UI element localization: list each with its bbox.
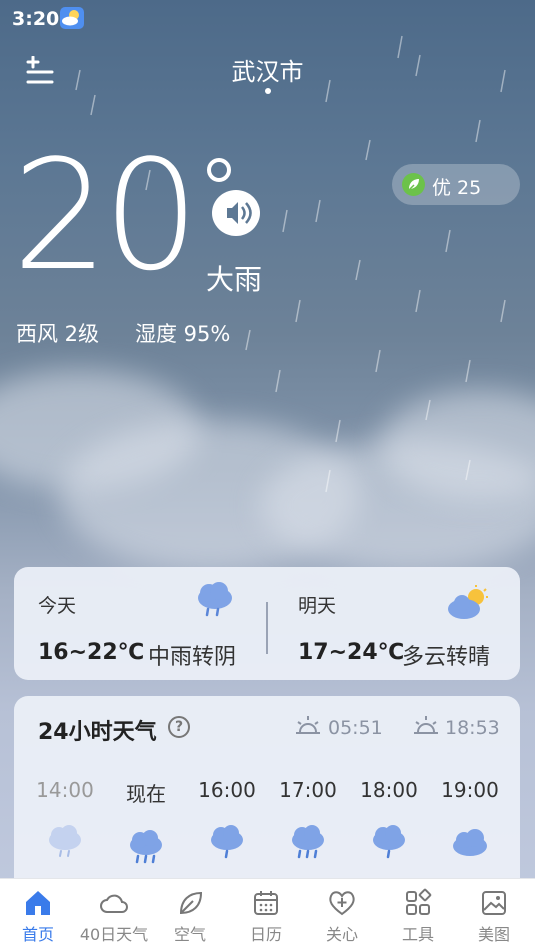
weather-condition: 大雨 [206,263,263,296]
rain-icon [369,824,409,862]
wind-info: 西风 2级 [16,322,100,346]
leaf-icon [179,891,203,915]
nav-label: 40日天气 [79,925,149,944]
hourly-title: 24小时天气 [38,720,157,745]
page-indicator-dot [265,88,271,94]
degree-symbol [207,158,231,182]
partly-cloudy-icon [446,585,490,625]
nav-label: 空气 [173,925,206,944]
forecast-day-label: 今天 [38,595,77,617]
hour-label: 17:00 [279,778,337,802]
tools-grid-icon [406,888,432,915]
aqi-badge[interactable]: 优 25 [392,164,520,205]
aqi-value: 优 25 [432,177,482,199]
speaker-icon [214,202,252,224]
nav-calendar[interactable]: 日历 [228,879,304,951]
status-bar: 3:20 [0,0,535,36]
hour-item[interactable]: 18:00 [349,778,429,862]
forecast-divider [266,602,268,654]
hour-label: 16:00 [198,778,256,802]
sunrise-icon [294,714,322,738]
sunset-time: 18:53 [445,717,500,739]
calendar-icon [254,891,278,915]
forecast-description: 多云转晴 [402,645,491,670]
current-temperature: 20 [12,127,199,304]
forecast-temp-range: 16~22℃ [38,640,145,665]
cloud-icon [100,894,128,913]
hour-label: 现在 [126,782,166,806]
rain-icon [126,829,166,867]
nav-label: 首页 [21,925,54,944]
cloud-icon [450,824,490,862]
nav-label: 工具 [401,925,434,944]
status-time: 3:20 [12,8,60,30]
rain-icon [288,824,328,862]
home-icon [26,891,50,915]
rain-cloud-icon [194,581,236,625]
forecast-temp-range: 17~24℃ [298,640,405,665]
nav-air[interactable]: 空气 [152,879,228,951]
image-icon [482,891,506,915]
hour-label: 19:00 [441,778,499,802]
hour-label: 18:00 [360,778,418,802]
forecast-day-label: 明天 [298,595,337,617]
sunset-icon [412,714,440,738]
hour-label: 14:00 [36,778,94,802]
hour-item[interactable]: 19:00 [430,778,510,862]
hour-item[interactable]: 14:00 [25,778,105,862]
weather-app-icon [60,7,84,29]
rain-icon [207,824,247,862]
hour-item[interactable]: 现在 [106,778,186,867]
help-icon[interactable]: ? [168,716,190,738]
nav-label: 日历 [249,925,282,944]
nav-label: 美图 [477,925,510,944]
background-clouds [0,330,535,600]
hour-item[interactable]: 16:00 [187,778,267,862]
nav-home[interactable]: 首页 [0,879,76,951]
humidity-info: 湿度 95% [135,322,231,346]
forecast-description: 中雨转阴 [148,645,237,670]
nav-care[interactable]: 关心 [304,879,380,951]
hour-item[interactable]: 17:00 [268,778,348,862]
sunrise-time: 05:51 [328,717,383,739]
voice-broadcast-button[interactable] [212,190,260,236]
nav-photos[interactable]: 美图 [456,879,532,951]
heart-plus-icon [329,891,355,916]
city-title[interactable]: 武汉市 [0,52,535,87]
nav-tools[interactable]: 工具 [380,879,456,951]
daily-forecast-card: 今天 16~22℃ 中雨转阴 明天 17~24℃ 多云转晴 [14,567,520,680]
hourly-forecast-card: 24小时天气 ? 05:51 18:53 14:00 现在 16:00 17:0… [14,696,520,896]
light-rain-icon [45,824,85,862]
nav-label: 关心 [325,925,358,944]
nav-40day[interactable]: 40日天气 [76,879,152,951]
leaf-icon [402,173,425,196]
bottom-nav: 首页 40日天气 空气 日历 关心 工具 美图 [0,878,535,951]
